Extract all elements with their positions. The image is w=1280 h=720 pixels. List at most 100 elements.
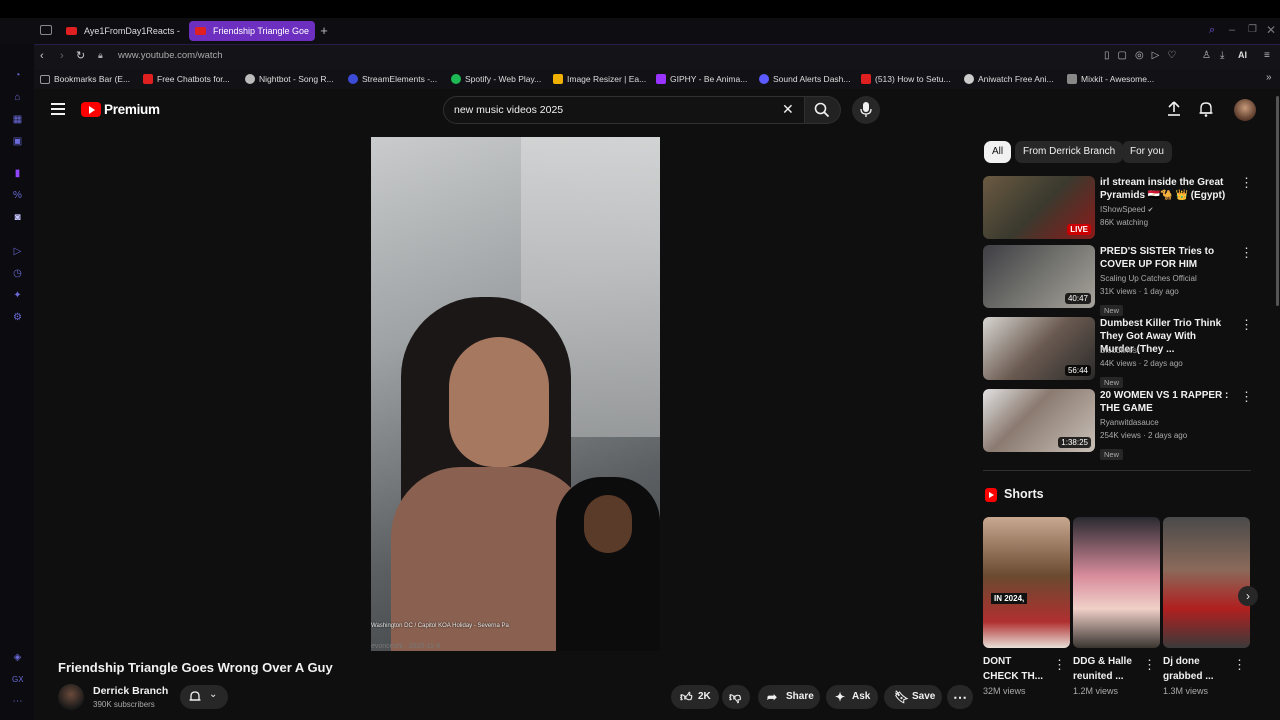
save-button[interactable]: 🔖︎ Save [884, 685, 942, 709]
share-button[interactable]: ➦ Share [758, 685, 820, 709]
thumbs-down-icon: 👎︎ [729, 690, 742, 704]
minimize-icon[interactable]: – [1229, 24, 1241, 36]
more-options-icon[interactable]: ⋮ [1240, 176, 1253, 189]
more-options-icon[interactable]: ⋮ [1143, 658, 1156, 671]
recommendation-thumbnail[interactable]: 1:38:25 [983, 389, 1095, 452]
bookmark-item[interactable]: (513) How to Setu... [861, 72, 951, 86]
recommendation-thumbnail[interactable]: 56:44 [983, 317, 1095, 380]
subscribed-notifications-button[interactable]: ⌄ [180, 685, 228, 709]
workspaces-icon[interactable]: ⌂ [12, 92, 23, 103]
history-icon[interactable]: ◷ [12, 268, 23, 279]
duration-badge: 1:38:25 [1058, 437, 1091, 448]
like-count: 2K [698, 691, 711, 702]
video-title: Friendship Triangle Goes Wrong Over A Gu… [58, 660, 333, 675]
dislike-button[interactable]: 👎︎ [722, 685, 750, 709]
recommendation-title[interactable]: 20 WOMEN VS 1 RAPPER : THE GAME [1100, 389, 1234, 415]
ask-button[interactable]: ✦ Ask [826, 685, 878, 709]
bookmark-label: Nightbot - Song R... [259, 74, 334, 84]
notifications-bell-icon[interactable] [1198, 101, 1214, 117]
search-box[interactable]: new music videos 2025 ✕ [443, 96, 805, 124]
page-scrollbar[interactable] [1276, 96, 1279, 306]
search-input[interactable]: new music videos 2025 [454, 104, 563, 116]
bookmarks-overflow-icon[interactable]: » [1266, 72, 1272, 83]
short-views: 32M views [983, 686, 1026, 696]
recommendation-channel: Scaling Up Catches Official [1100, 274, 1197, 283]
hamburger-menu-icon[interactable] [51, 103, 65, 115]
extensions-icon[interactable]: ✦ [12, 290, 23, 301]
recommendation-thumbnail[interactable]: 40:47 [983, 245, 1095, 308]
aria-icon[interactable]: ◔ [12, 70, 23, 81]
reload-icon[interactable]: ↻ [76, 49, 85, 62]
pinboard-icon[interactable]: ▦ [12, 114, 23, 125]
more-options-icon[interactable]: ⋮ [1233, 658, 1246, 671]
player-icon[interactable]: ▷ [12, 246, 23, 257]
short-title[interactable]: Dj done grabbed ... [1163, 654, 1229, 684]
voice-search-button[interactable] [852, 96, 880, 124]
short-thumb-caption: IN 2024, [991, 593, 1028, 604]
discord-icon[interactable]: ◙ [12, 212, 23, 223]
search-tabs-icon[interactable]: ⌕ [1209, 24, 1221, 36]
bookmark-item[interactable]: Mixkit - Awesome... [1067, 72, 1154, 86]
more-options-icon[interactable]: ⋮ [1053, 658, 1066, 671]
vpn-icon[interactable]: ◈ [12, 652, 23, 663]
recommendation-thumbnail[interactable]: LIVE [983, 176, 1095, 239]
like-button[interactable]: 👍︎ 2K [671, 685, 719, 709]
messenger-icon[interactable]: ▣ [12, 136, 23, 147]
tab-aye1fromday1reacts[interactable]: Aye1FromDay1Reacts - Yo [60, 21, 182, 41]
video-player[interactable]: Washington DC / Capitol KOA Holiday - Se… [371, 137, 660, 651]
bookmark-item[interactable]: Sound Alerts Dash... [759, 72, 851, 86]
short-title[interactable]: DONT CHECK TH... [983, 654, 1049, 684]
new-tab-button[interactable]: + [318, 21, 330, 41]
bookmark-item[interactable]: Spotify - Web Play... [451, 72, 541, 86]
account-icon[interactable]: ♙ [1202, 50, 1211, 61]
lock-icon[interactable]: 🔒︎ [98, 50, 103, 61]
bookmark-label: Spotify - Web Play... [465, 74, 542, 84]
percent-icon[interactable]: % [12, 190, 23, 201]
more-options-icon[interactable]: ⋮ [1240, 318, 1253, 331]
close-window-icon[interactable]: ✕ [1266, 24, 1278, 36]
short-thumbnail[interactable] [1073, 517, 1160, 648]
aniwatch-icon [964, 74, 974, 84]
channel-avatar[interactable] [58, 684, 84, 710]
short-title[interactable]: DDG & Halle reunited ... [1073, 654, 1139, 684]
recommendation-meta: 86K watching [1100, 218, 1149, 227]
twitch-icon[interactable]: ▮ [12, 168, 23, 179]
bookmark-item[interactable]: Bookmarks Bar (E... [40, 72, 130, 86]
account-avatar[interactable] [1234, 99, 1256, 121]
shorts-next-arrow-icon[interactable]: › [1238, 586, 1258, 606]
channel-name[interactable]: Derrick Branch [93, 685, 168, 697]
chip-all[interactable]: All [984, 141, 1012, 163]
more-options-icon[interactable]: ⋮ [1240, 390, 1253, 403]
back-icon[interactable]: ‹ [40, 50, 44, 62]
bookmark-item[interactable]: Image Resizer | Ea... [553, 72, 646, 86]
search-button[interactable] [805, 96, 841, 124]
short-thumbnail[interactable]: IN 2024, [983, 517, 1070, 648]
spotify-icon [451, 74, 461, 84]
bookmark-item[interactable]: GIPHY - Be Anima... [656, 72, 747, 86]
tab-island-icon[interactable] [40, 25, 52, 35]
menu-icon[interactable]: ≡ [1264, 50, 1270, 61]
upload-icon[interactable] [1166, 101, 1182, 117]
bookmark-item[interactable]: Free Chatbots for... [143, 72, 230, 86]
bookmark-item[interactable]: StreamElements -... [348, 72, 437, 86]
more-actions-icon[interactable]: ⋯ [947, 685, 973, 709]
clear-search-icon[interactable]: ✕ [782, 101, 794, 118]
forward-icon[interactable]: › [60, 50, 64, 62]
tab-friendship-triangle[interactable]: Friendship Triangle Goe [189, 21, 315, 41]
gx-corner-icon[interactable]: GX [12, 674, 24, 685]
chip-from-channel[interactable]: From Derrick Branch [1015, 141, 1124, 163]
more-options-icon[interactable]: ⋮ [1240, 246, 1253, 259]
recommendation-title[interactable]: irl stream inside the Great Pyramids 🇪🇬🐪… [1100, 176, 1228, 202]
settings-icon[interactable]: ⚙ [12, 312, 23, 323]
bookmark-item[interactable]: Aniwatch Free Ani... [964, 72, 1054, 86]
download-icon[interactable]: ⤓ [1220, 50, 1224, 61]
toolbar-extension-icons[interactable]: ▯▢◎▷♡ [1104, 50, 1184, 61]
ai-button[interactable]: AI [1238, 50, 1247, 60]
restore-icon[interactable]: ❐ [1248, 24, 1260, 36]
short-thumbnail[interactable] [1163, 517, 1250, 648]
recommendation-title[interactable]: PRED'S SISTER Tries to COVER UP FOR HIM [1100, 245, 1232, 271]
more-sidebar-icon[interactable]: ⋯ [12, 696, 23, 707]
bookmark-item[interactable]: Nightbot - Song R... [245, 72, 334, 86]
chip-for-you[interactable]: For you [1122, 141, 1172, 163]
url-field[interactable]: www.youtube.com/watch [118, 50, 223, 61]
